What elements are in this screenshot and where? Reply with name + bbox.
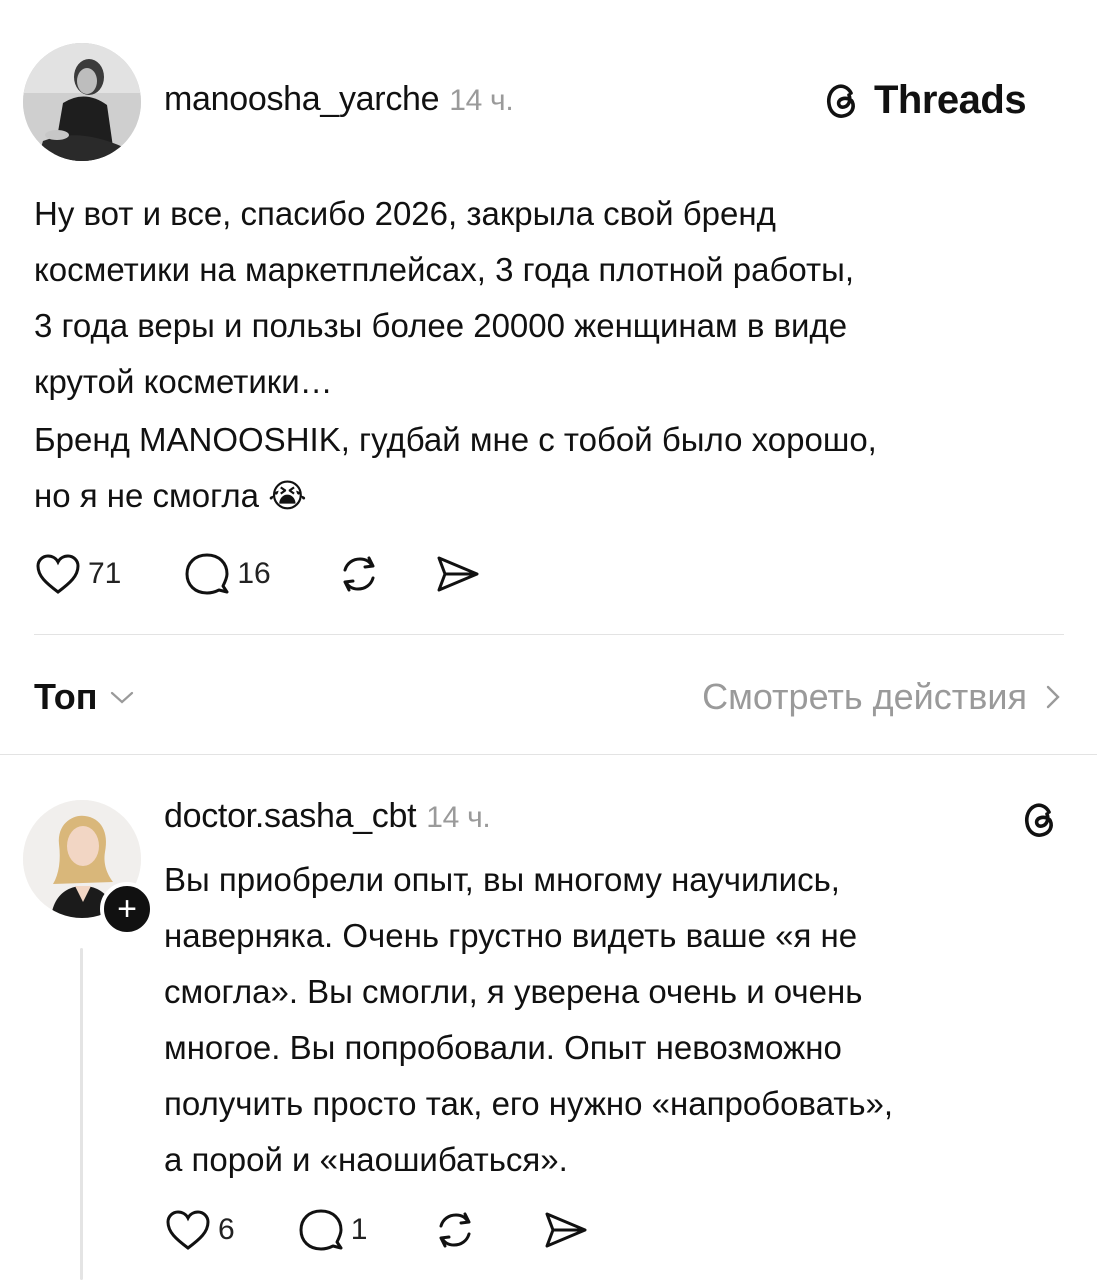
post-body-line: Бренд MANOOSHIK, гудбай мне с тобой было… — [34, 412, 877, 468]
post-author-username[interactable]: manoosha_yarche 14 ч. — [164, 80, 514, 119]
post-body-line: 3 года веры и пользы более 20000 женщина… — [34, 307, 848, 344]
crying-emoji: 😭 — [268, 477, 307, 514]
post-body: Ну вот и все, спасибо 2026, закрыла свой… — [34, 186, 877, 524]
reply-comment-button[interactable]: 1 — [297, 1208, 368, 1252]
comment-icon — [185, 553, 229, 595]
send-icon — [545, 1212, 587, 1248]
send-icon — [437, 556, 479, 592]
repost-icon — [343, 556, 375, 592]
post-body-line: Ну вот и все, спасибо 2026, закрыла свой… — [34, 195, 776, 232]
reply-username-text[interactable]: doctor.sasha_cbt — [164, 797, 417, 835]
post-body-line: косметики на маркетплейсах, 3 года плотн… — [34, 251, 855, 288]
post-body-line: но я не смогла 😭 — [34, 468, 877, 524]
threads-brand-text: Threads — [874, 78, 1027, 122]
post-body-line-text: Бренд MANOOSHIK, гудбай мне с тобой было… — [34, 421, 877, 458]
plus-icon: + — [117, 890, 137, 928]
post-timestamp: 14 ч. — [449, 84, 514, 117]
reply-author-username[interactable]: doctor.sasha_cbt 14 ч. — [164, 797, 491, 836]
reply-body-line: получить просто так, его нужно «напробов… — [164, 1085, 894, 1122]
reply-actions: 6 1 — [164, 1208, 589, 1252]
post-body-line-text: но я не смогла — [34, 477, 259, 514]
avatar-photo — [23, 43, 141, 161]
post-share-button[interactable] — [433, 552, 481, 596]
follow-button[interactable]: + — [100, 882, 154, 936]
post-like-count: 71 — [88, 557, 122, 590]
view-activity-label: Смотреть действия — [702, 676, 1027, 717]
thread-line — [80, 948, 83, 1280]
post-body-line: крутой косметики… — [34, 363, 333, 400]
post-author-avatar[interactable] — [23, 43, 141, 161]
reply-body: Вы приобрели опыт, вы многому научились,… — [164, 852, 893, 1188]
post-repost-button[interactable] — [335, 552, 383, 596]
reply-comment-count: 1 — [350, 1213, 368, 1246]
sort-dropdown[interactable]: Топ — [34, 676, 135, 718]
chevron-down-icon — [111, 691, 134, 704]
post-comment-button[interactable]: 16 — [183, 552, 271, 596]
reply-body-line: наверняка. Очень грустно видеть ваше «я … — [164, 917, 858, 954]
threads-logo-icon — [1024, 803, 1053, 837]
threads-brand: Threads — [820, 78, 1027, 123]
post-comment-count: 16 — [237, 557, 271, 590]
reply-share-button[interactable] — [541, 1208, 589, 1252]
post-like-button[interactable]: 71 — [34, 552, 121, 596]
post-actions: 71 16 — [34, 552, 481, 596]
repost-icon — [439, 1212, 471, 1248]
reply-repost-button[interactable] — [431, 1208, 479, 1252]
reply-body-line: а порой и «наошибаться». — [164, 1141, 568, 1178]
heart-icon — [166, 1210, 210, 1250]
post-divider — [34, 634, 1064, 635]
reply-body-line: смогла». Вы смогли, я уверена очень и оч… — [164, 973, 863, 1010]
reply-body-line: Вы приобрели опыт, вы многому научились, — [164, 861, 840, 898]
post-username-text[interactable]: manoosha_yarche — [164, 80, 440, 118]
section-divider — [0, 754, 1097, 755]
sort-label: Топ — [34, 676, 98, 717]
reply-body-line: многое. Вы попробовали. Опыт невозможно — [164, 1029, 842, 1066]
chevron-right-icon — [1046, 685, 1060, 709]
reply-like-count: 6 — [218, 1213, 235, 1246]
heart-icon — [36, 554, 80, 594]
reply-timestamp: 14 ч. — [426, 801, 491, 834]
reply-like-button[interactable]: 6 — [164, 1208, 235, 1252]
comment-icon — [299, 1209, 343, 1251]
threads-logo-icon — [826, 83, 855, 118]
view-activity-link[interactable]: Смотреть действия — [702, 676, 1063, 718]
